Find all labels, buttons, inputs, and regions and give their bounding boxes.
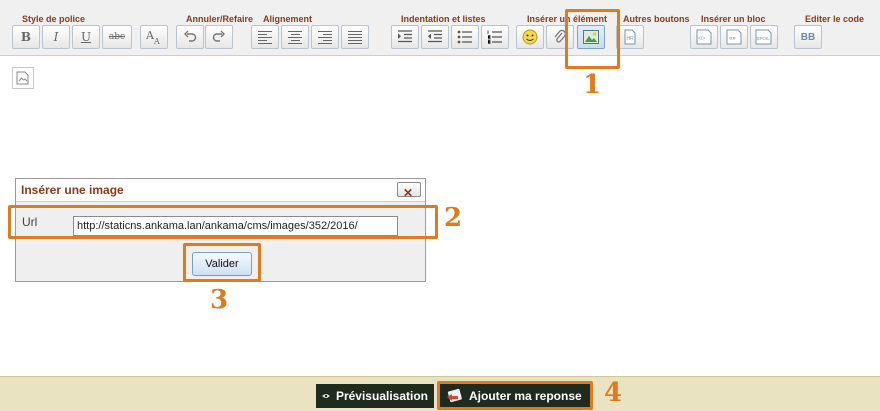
align-right-button[interactable] (311, 25, 339, 49)
italic-button[interactable]: I (42, 25, 70, 49)
redo-button[interactable] (205, 25, 233, 49)
group-label-font-style: Style de police (22, 14, 86, 24)
annotation-number-4: 4 (604, 378, 623, 408)
document-icon: HR (624, 29, 636, 45)
preview-label: Prévisualisation (335, 389, 428, 403)
editor-toolbar: Style de police Annuler/Refaire Aligneme… (0, 0, 880, 69)
outdent-icon (428, 30, 442, 43)
horizontal-rule-button[interactable]: HR (616, 25, 644, 49)
outdent-button[interactable] (421, 25, 449, 49)
numbered-list-button[interactable] (481, 25, 509, 49)
code-block-icon: </> (696, 29, 712, 45)
bulleted-list-icon (457, 30, 472, 44)
underline-label: U (80, 30, 92, 44)
svg-text:«»: «» (729, 36, 736, 42)
group-label-undo-redo: Annuler/Refaire (186, 14, 254, 24)
align-left-icon (258, 30, 272, 44)
bbcode-label: BB (800, 31, 816, 43)
spoiler-block-button[interactable]: SPOIL (750, 25, 778, 49)
group-label-indent-lists: Indentation et listes (401, 14, 486, 24)
align-center-icon (288, 30, 302, 44)
dialog-header: Insérer une image ✕ (16, 179, 425, 202)
bold-button[interactable]: B (12, 25, 40, 49)
svg-text:</>: </> (698, 36, 705, 42)
align-center-button[interactable] (281, 25, 309, 49)
bbcode-button[interactable]: BB (794, 25, 822, 49)
strikethrough-button[interactable]: abc (102, 25, 132, 49)
font-size-icon: AA (145, 29, 160, 45)
numbered-list-icon (487, 30, 502, 44)
quote-block-button[interactable]: «» (720, 25, 748, 49)
indent-button[interactable] (391, 25, 419, 49)
svg-text:HR: HR (627, 36, 635, 42)
bulleted-list-button[interactable] (451, 25, 479, 49)
annotation-number-2: 2 (444, 203, 463, 233)
redo-icon (212, 30, 225, 42)
align-justify-icon (348, 30, 362, 44)
group-label-insert-block: Insérer un bloc (701, 14, 766, 24)
undo-button[interactable] (176, 25, 204, 49)
broken-image-placeholder[interactable] (12, 67, 34, 89)
highlight-url-field (8, 205, 438, 239)
highlight-insert-image (565, 9, 620, 69)
align-left-button[interactable] (251, 25, 279, 49)
close-icon: ✕ (403, 186, 414, 200)
code-block-button[interactable]: </> (690, 25, 718, 49)
broken-image-icon (16, 71, 29, 85)
font-size-button[interactable]: AA (140, 25, 168, 49)
highlight-submit-reply (437, 381, 593, 410)
undo-icon (184, 30, 197, 42)
strikethrough-label: abc (108, 32, 126, 42)
italic-label: I (53, 30, 59, 44)
highlight-valider-button (183, 243, 261, 282)
underline-button[interactable]: U (72, 25, 100, 49)
group-label-other-buttons: Autres boutons (623, 14, 690, 24)
svg-text:A: A (153, 37, 160, 45)
dialog-title: Insérer une image (21, 183, 124, 197)
group-label-edit-code: Editer le code (805, 14, 865, 24)
align-right-icon (318, 30, 332, 44)
annotation-number-3: 3 (210, 285, 229, 315)
annotation-number-1: 1 (583, 70, 602, 100)
quote-block-icon: «» (726, 29, 742, 45)
dialog-close-button[interactable]: ✕ (397, 182, 421, 200)
align-justify-button[interactable] (341, 25, 369, 49)
indent-icon (398, 30, 412, 43)
emoticon-button[interactable] (516, 25, 544, 49)
eye-icon (322, 394, 330, 398)
smiley-icon (522, 29, 538, 45)
bold-label: B (20, 30, 32, 44)
spoiler-block-icon: SPOIL (755, 29, 772, 45)
group-label-alignment: Alignement (263, 14, 313, 24)
preview-button[interactable]: Prévisualisation (316, 384, 434, 408)
svg-text:SPOIL: SPOIL (757, 36, 771, 41)
